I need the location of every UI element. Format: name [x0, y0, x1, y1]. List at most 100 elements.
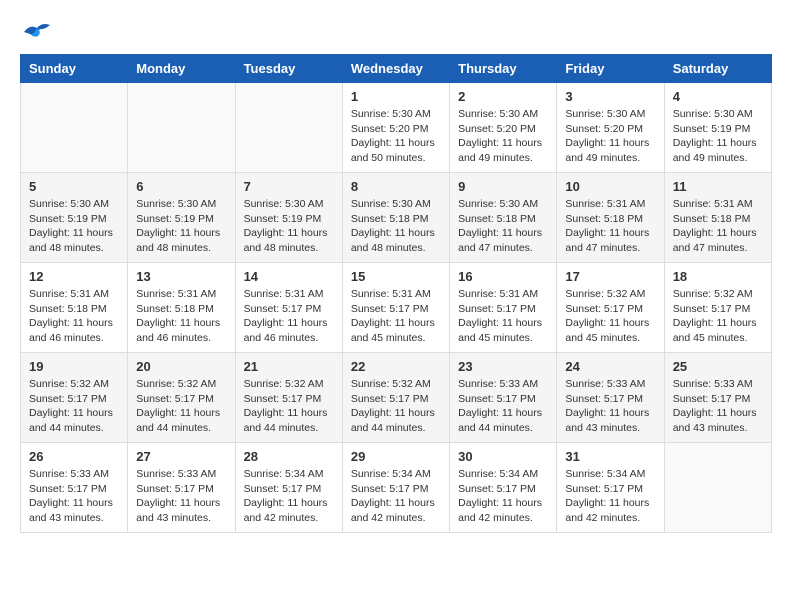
- weekday-header-tuesday: Tuesday: [235, 55, 342, 83]
- day-number: 10: [565, 179, 655, 194]
- day-info: Sunrise: 5:30 AM Sunset: 5:19 PM Dayligh…: [673, 107, 763, 166]
- day-number: 6: [136, 179, 226, 194]
- calendar-cell: 16Sunrise: 5:31 AM Sunset: 5:17 PM Dayli…: [450, 263, 557, 353]
- calendar-cell: 20Sunrise: 5:32 AM Sunset: 5:17 PM Dayli…: [128, 353, 235, 443]
- calendar-cell: 1 Sunrise: 5:30 AM Sunset: 5:20 PM Daylig…: [342, 83, 449, 173]
- day-info: Sunrise: 5:30 AM Sunset: 5:19 PM Dayligh…: [244, 197, 334, 256]
- calendar-cell: 4 Sunrise: 5:30 AM Sunset: 5:19 PM Daylig…: [664, 83, 771, 173]
- day-number: 15: [351, 269, 441, 284]
- day-info: Sunrise: 5:32 AM Sunset: 5:17 PM Dayligh…: [565, 287, 655, 346]
- day-number: 31: [565, 449, 655, 464]
- calendar-cell: [128, 83, 235, 173]
- calendar-cell: 29 Sunrise: 5:34 AM Sunset: 5:17 PM Dayli…: [342, 443, 449, 533]
- calendar-cell: 25Sunrise: 5:33 AM Sunset: 5:17 PM Dayli…: [664, 353, 771, 443]
- day-info: Sunrise: 5:32 AM Sunset: 5:17 PM Dayligh…: [673, 287, 763, 346]
- calendar-cell: 14 Sunrise: 5:31 AM Sunset: 5:17 PM Dayli…: [235, 263, 342, 353]
- day-info: Sunrise: 5:33 AM Sunset: 5:17 PM Dayligh…: [136, 467, 226, 526]
- weekday-header-thursday: Thursday: [450, 55, 557, 83]
- weekday-header-friday: Friday: [557, 55, 664, 83]
- calendar-cell: 6 Sunrise: 5:30 AM Sunset: 5:19 PM Daylig…: [128, 173, 235, 263]
- day-info: Sunrise: 5:34 AM Sunset: 5:17 PM Dayligh…: [458, 467, 548, 526]
- calendar-cell: 27 Sunrise: 5:33 AM Sunset: 5:17 PM Dayli…: [128, 443, 235, 533]
- day-number: 22: [351, 359, 441, 374]
- day-number: 14: [244, 269, 334, 284]
- day-info: Sunrise: 5:30 AM Sunset: 5:19 PM Dayligh…: [136, 197, 226, 256]
- day-info: Sunrise: 5:34 AM Sunset: 5:17 PM Dayligh…: [351, 467, 441, 526]
- day-info: Sunrise: 5:32 AM Sunset: 5:17 PM Dayligh…: [244, 377, 334, 436]
- weekday-header-monday: Monday: [128, 55, 235, 83]
- calendar-cell: 31 Sunrise: 5:34 AM Sunset: 5:17 PM Dayli…: [557, 443, 664, 533]
- day-info: Sunrise: 5:31 AM Sunset: 5:17 PM Dayligh…: [244, 287, 334, 346]
- calendar-week-row: 19 Sunrise: 5:32 AM Sunset: 5:17 PM Dayli…: [21, 353, 772, 443]
- day-info: Sunrise: 5:31 AM Sunset: 5:17 PM Dayligh…: [458, 287, 548, 346]
- day-number: 21: [244, 359, 334, 374]
- day-info: Sunrise: 5:30 AM Sunset: 5:20 PM Dayligh…: [351, 107, 441, 166]
- day-number: 23: [458, 359, 548, 374]
- calendar-cell: 22 Sunrise: 5:32 AM Sunset: 5:17 PM Dayli…: [342, 353, 449, 443]
- day-info: Sunrise: 5:30 AM Sunset: 5:19 PM Dayligh…: [29, 197, 119, 256]
- calendar-cell: 26 Sunrise: 5:33 AM Sunset: 5:17 PM Dayli…: [21, 443, 128, 533]
- day-info: Sunrise: 5:30 AM Sunset: 5:20 PM Dayligh…: [565, 107, 655, 166]
- day-number: 11: [673, 179, 763, 194]
- calendar-cell: 30 Sunrise: 5:34 AM Sunset: 5:17 PM Dayli…: [450, 443, 557, 533]
- logo-bird-icon: [22, 20, 52, 44]
- day-info: Sunrise: 5:31 AM Sunset: 5:18 PM Dayligh…: [673, 197, 763, 256]
- calendar-cell: 23 Sunrise: 5:33 AM Sunset: 5:17 PM Dayli…: [450, 353, 557, 443]
- day-number: 30: [458, 449, 548, 464]
- day-number: 26: [29, 449, 119, 464]
- calendar-cell: 18 Sunrise: 5:32 AM Sunset: 5:17 PM Dayli…: [664, 263, 771, 353]
- calendar-cell: [21, 83, 128, 173]
- day-number: 4: [673, 89, 763, 104]
- day-number: 27: [136, 449, 226, 464]
- day-info: Sunrise: 5:33 AM Sunset: 5:17 PM Dayligh…: [29, 467, 119, 526]
- logo: [20, 20, 52, 44]
- calendar-week-row: 1 Sunrise: 5:30 AM Sunset: 5:20 PM Daylig…: [21, 83, 772, 173]
- weekday-header-saturday: Saturday: [664, 55, 771, 83]
- day-info: Sunrise: 5:30 AM Sunset: 5:20 PM Dayligh…: [458, 107, 548, 166]
- calendar-cell: 24 Sunrise: 5:33 AM Sunset: 5:17 PM Dayli…: [557, 353, 664, 443]
- weekday-header-wednesday: Wednesday: [342, 55, 449, 83]
- day-number: 18: [673, 269, 763, 284]
- calendar-cell: [664, 443, 771, 533]
- day-number: 9: [458, 179, 548, 194]
- day-info: Sunrise: 5:33 AM Sunset: 5:17 PM Dayligh…: [673, 377, 763, 436]
- weekday-header-sunday: Sunday: [21, 55, 128, 83]
- calendar-week-row: 26 Sunrise: 5:33 AM Sunset: 5:17 PM Dayli…: [21, 443, 772, 533]
- day-info: Sunrise: 5:31 AM Sunset: 5:18 PM Dayligh…: [29, 287, 119, 346]
- calendar-cell: [235, 83, 342, 173]
- day-number: 12: [29, 269, 119, 284]
- day-number: 20: [136, 359, 226, 374]
- calendar-week-row: 12 Sunrise: 5:31 AM Sunset: 5:18 PM Dayli…: [21, 263, 772, 353]
- day-number: 13: [136, 269, 226, 284]
- day-info: Sunrise: 5:31 AM Sunset: 5:17 PM Dayligh…: [351, 287, 441, 346]
- day-number: 1: [351, 89, 441, 104]
- day-number: 19: [29, 359, 119, 374]
- calendar-cell: 3 Sunrise: 5:30 AM Sunset: 5:20 PM Daylig…: [557, 83, 664, 173]
- day-info: Sunrise: 5:33 AM Sunset: 5:17 PM Dayligh…: [458, 377, 548, 436]
- calendar-cell: 11 Sunrise: 5:31 AM Sunset: 5:18 PM Dayli…: [664, 173, 771, 263]
- calendar-cell: 12 Sunrise: 5:31 AM Sunset: 5:18 PM Dayli…: [21, 263, 128, 353]
- day-number: 24: [565, 359, 655, 374]
- day-number: 2: [458, 89, 548, 104]
- day-info: Sunrise: 5:32 AM Sunset: 5:17 PM Dayligh…: [351, 377, 441, 436]
- day-info: Sunrise: 5:34 AM Sunset: 5:17 PM Dayligh…: [244, 467, 334, 526]
- day-info: Sunrise: 5:31 AM Sunset: 5:18 PM Dayligh…: [136, 287, 226, 346]
- day-info: Sunrise: 5:34 AM Sunset: 5:17 PM Dayligh…: [565, 467, 655, 526]
- day-number: 28: [244, 449, 334, 464]
- day-number: 7: [244, 179, 334, 194]
- day-info: Sunrise: 5:32 AM Sunset: 5:17 PM Dayligh…: [29, 377, 119, 436]
- calendar-cell: 21 Sunrise: 5:32 AM Sunset: 5:17 PM Dayli…: [235, 353, 342, 443]
- calendar-cell: 13 Sunrise: 5:31 AM Sunset: 5:18 PM Dayli…: [128, 263, 235, 353]
- day-info: Sunrise: 5:33 AM Sunset: 5:17 PM Dayligh…: [565, 377, 655, 436]
- day-number: 3: [565, 89, 655, 104]
- page-header: [20, 20, 772, 44]
- calendar-cell: 7 Sunrise: 5:30 AM Sunset: 5:19 PM Daylig…: [235, 173, 342, 263]
- day-info: Sunrise: 5:30 AM Sunset: 5:18 PM Dayligh…: [351, 197, 441, 256]
- calendar-cell: 19 Sunrise: 5:32 AM Sunset: 5:17 PM Dayli…: [21, 353, 128, 443]
- calendar-cell: 8 Sunrise: 5:30 AM Sunset: 5:18 PM Daylig…: [342, 173, 449, 263]
- day-number: 29: [351, 449, 441, 464]
- calendar-cell: 15 Sunrise: 5:31 AM Sunset: 5:17 PM Dayli…: [342, 263, 449, 353]
- calendar-cell: 28 Sunrise: 5:34 AM Sunset: 5:17 PM Dayli…: [235, 443, 342, 533]
- day-number: 8: [351, 179, 441, 194]
- calendar-header-row: SundayMondayTuesdayWednesdayThursdayFrid…: [21, 55, 772, 83]
